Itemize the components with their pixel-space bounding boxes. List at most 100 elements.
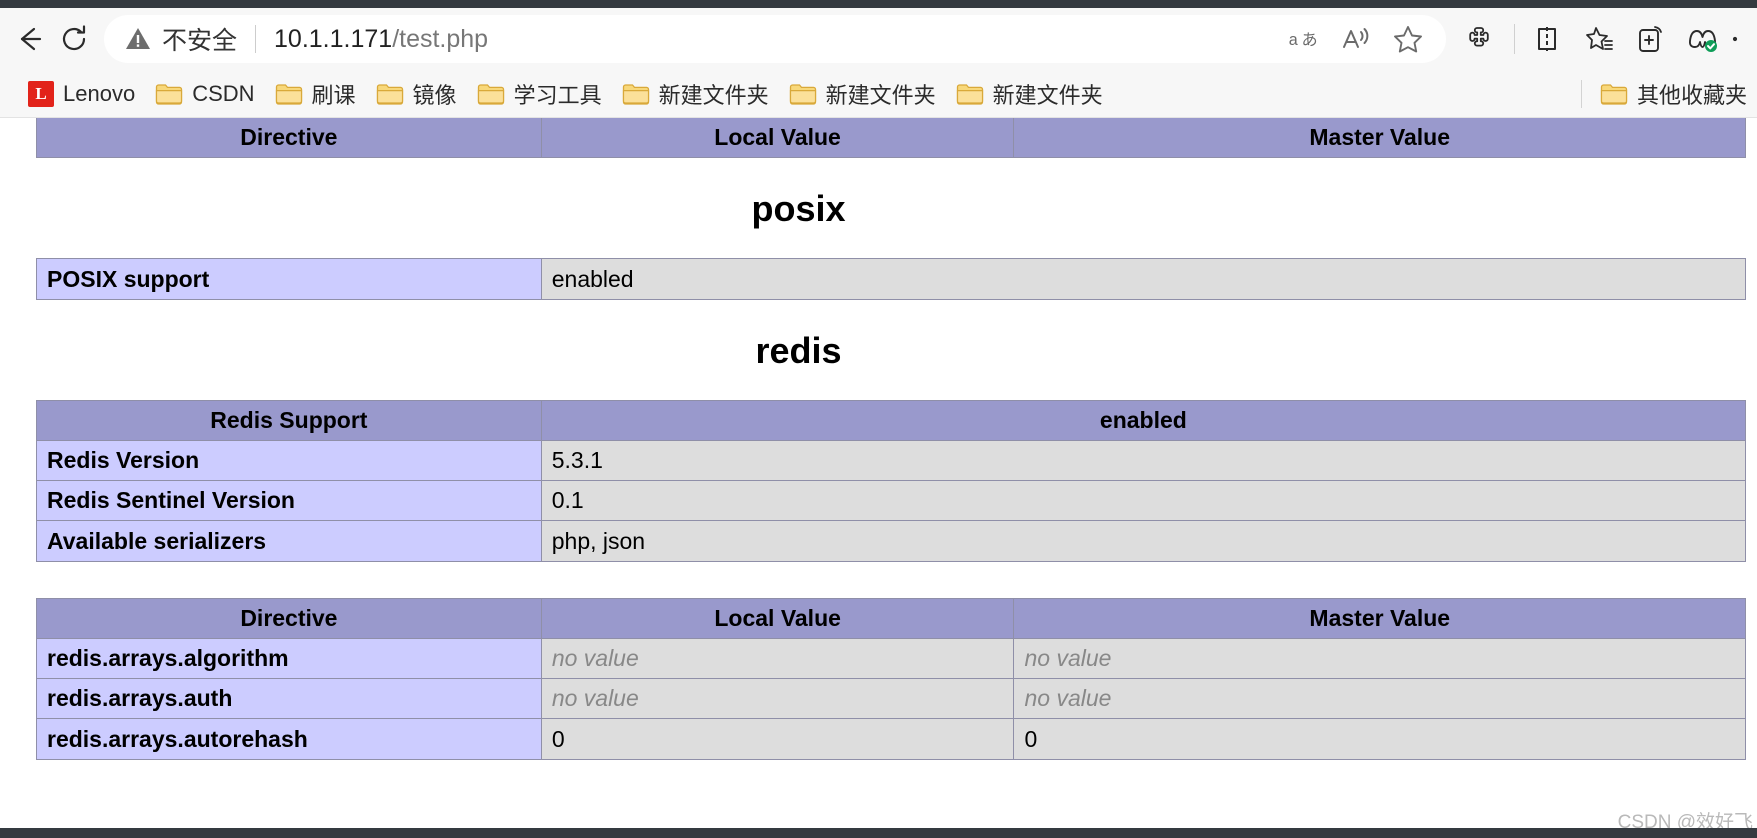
bookmark-label: 镜像	[412, 82, 457, 108]
directive-local-value: no value	[541, 639, 1015, 679]
section-title-posix: posix	[751, 188, 846, 229]
reload-button[interactable]	[52, 17, 96, 61]
folder-icon	[1600, 82, 1628, 106]
directive-name: redis.arrays.autorehash	[37, 719, 542, 759]
bookmarks-bar: L Lenovo CSDN 刷课 镜像 学习工具 新建文件夹 新建文件夹 新建文…	[0, 70, 1757, 118]
bookmark-new-folder-1[interactable]: 新建文件夹	[612, 76, 779, 112]
folder-icon	[155, 82, 183, 106]
bookmarks-divider	[1580, 79, 1582, 108]
address-bar[interactable]: 不安全 10.1.1.171/test.php a あ	[104, 15, 1446, 63]
directive-local-value: 0	[541, 719, 1015, 759]
table-header-row: Redis Support enabled	[37, 401, 1745, 441]
section-title-redis: redis	[755, 330, 842, 371]
bookmark-new-folder-2[interactable]: 新建文件夹	[779, 76, 946, 112]
redis-version-value: 5.3.1	[541, 441, 1745, 481]
table-gap	[36, 562, 1757, 598]
bookmark-other-favorites[interactable]: 其他收藏夹	[1590, 76, 1747, 112]
bookmark-label: 新建文件夹	[658, 82, 769, 108]
browser-toolbar: 不安全 10.1.1.171/test.php a あ	[0, 8, 1757, 70]
toolbar-icon-group	[1450, 16, 1749, 62]
browser-window: 不安全 10.1.1.171/test.php a あ L Lenovo CSD…	[0, 0, 1757, 838]
available-serializers-value: php, json	[541, 521, 1745, 561]
page-content: Directive Local Value Master Value posix…	[0, 118, 1757, 838]
back-button[interactable]	[8, 17, 52, 61]
bookmark-label: Lenovo	[63, 80, 136, 106]
read-aloud-icon[interactable]	[1332, 17, 1380, 61]
redis-sentinel-version-key: Redis Sentinel Version	[37, 481, 542, 521]
phpinfo-body: Directive Local Value Master Value posix…	[0, 118, 1757, 760]
toolbar-divider	[1514, 24, 1515, 54]
url-host: 10.1.1.171	[274, 24, 393, 53]
bookmark-shuake[interactable]: 刷课	[265, 76, 366, 112]
bookmark-jingxiang[interactable]: 镜像	[366, 76, 467, 112]
translate-icon[interactable]: a あ	[1280, 17, 1328, 61]
copilot-icon[interactable]	[1677, 16, 1729, 62]
directive-name: redis.arrays.auth	[37, 679, 542, 719]
directive-name: redis.arrays.algorithm	[37, 639, 542, 679]
back-arrow-icon	[20, 27, 42, 51]
bookmark-label: 刷课	[311, 82, 356, 108]
folder-icon	[789, 82, 817, 106]
bookmark-lenovo[interactable]: L Lenovo	[18, 76, 145, 112]
omnibox-actions: a あ	[1280, 17, 1432, 61]
security-status-text: 不安全	[162, 27, 238, 55]
directive-master-value: no value	[1014, 679, 1745, 719]
bookmark-label: 新建文件夹	[825, 82, 936, 108]
split-screen-icon[interactable]	[1521, 16, 1573, 62]
column-header-master-value: Master Value	[1014, 118, 1745, 157]
bookmark-xuexigongju[interactable]: 学习工具	[467, 76, 612, 112]
redis-version-key: Redis Version	[37, 441, 542, 481]
column-header-local-value: Local Value	[541, 118, 1015, 157]
folder-icon	[956, 82, 984, 106]
folder-icon	[376, 82, 404, 106]
folder-icon	[275, 82, 303, 106]
column-header-local-value: Local Value	[541, 599, 1015, 639]
column-header-directive: Directive	[37, 118, 542, 157]
extensions-icon[interactable]	[1456, 16, 1508, 62]
table-header-row: Directive Local Value Master Value	[37, 118, 1745, 157]
bookmark-label: 其他收藏夹	[1636, 82, 1747, 108]
more-options-icon[interactable]	[1729, 16, 1749, 62]
top-directive-table: Directive Local Value Master Value	[36, 118, 1746, 158]
url-text: 10.1.1.171/test.php	[274, 25, 1268, 54]
directive-local-value: no value	[541, 679, 1015, 719]
directive-master-value: no value	[1014, 639, 1745, 679]
bookmark-label: 新建文件夹	[992, 82, 1103, 108]
directive-master-value: 0	[1014, 719, 1745, 759]
posix-support-value: enabled	[541, 259, 1745, 299]
lenovo-icon: L	[28, 80, 54, 107]
table-row: POSIX support enabled	[37, 259, 1745, 299]
svg-text:a: a	[1289, 31, 1298, 49]
table-row: redis.arrays.autorehash 0 0	[37, 719, 1745, 759]
table-row: redis.arrays.algorithm no value no value	[37, 639, 1745, 679]
table-row: Available serializers php, json	[37, 521, 1745, 561]
bookmark-label: CSDN	[192, 80, 255, 106]
folder-icon	[622, 82, 650, 106]
svg-text:あ: あ	[1301, 30, 1317, 49]
redis-support-header-value: enabled	[541, 401, 1745, 441]
reload-icon	[62, 25, 86, 51]
posix-table: POSIX support enabled	[36, 258, 1746, 300]
column-header-master-value: Master Value	[1014, 599, 1745, 639]
not-secure-warning-icon	[124, 25, 152, 53]
url-path: /test.php	[392, 24, 489, 53]
posix-support-key: POSIX support	[37, 259, 542, 299]
available-serializers-key: Available serializers	[37, 521, 542, 561]
window-bottom-strip	[0, 828, 1757, 838]
browser-essentials-icon[interactable]	[1625, 16, 1677, 62]
bookmark-new-folder-3[interactable]: 新建文件夹	[946, 76, 1113, 112]
favorite-star-icon[interactable]	[1384, 17, 1432, 61]
table-row: redis.arrays.auth no value no value	[37, 679, 1745, 719]
table-row: Redis Sentinel Version 0.1	[37, 481, 1745, 521]
bookmark-label: 学习工具	[513, 82, 602, 108]
bookmark-csdn[interactable]: CSDN	[145, 76, 264, 112]
omnibox-divider	[255, 25, 257, 53]
table-header-row: Directive Local Value Master Value	[37, 599, 1745, 639]
collections-icon[interactable]	[1573, 16, 1625, 62]
column-header-directive: Directive	[37, 599, 542, 639]
redis-directives-table: Directive Local Value Master Value redis…	[36, 598, 1746, 760]
redis-sentinel-version-value: 0.1	[541, 481, 1745, 521]
folder-icon	[477, 82, 505, 106]
title-bar-strip	[0, 0, 1757, 8]
redis-support-header-key: Redis Support	[37, 401, 542, 441]
